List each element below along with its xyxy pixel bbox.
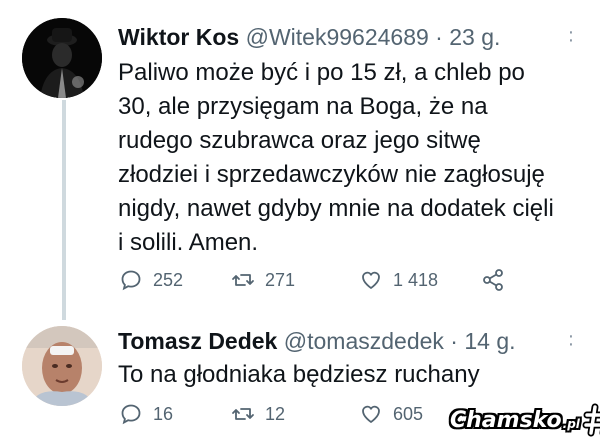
tweet-time[interactable]: 23 g. <box>449 24 500 50</box>
hash-logo-icon <box>582 403 600 437</box>
author-handle[interactable]: @tomaszdedek <box>284 328 444 354</box>
like-icon <box>362 405 380 423</box>
avatar-wiktor-kos[interactable] <box>22 18 102 98</box>
avatar-image-icon <box>22 18 102 98</box>
watermark-suffix: .pl <box>562 417 580 431</box>
watermark-logo: Chamsko .pl <box>450 402 600 438</box>
reply-icon <box>121 404 141 425</box>
tweet-time[interactable]: 14 g. <box>464 328 515 354</box>
retweet-button[interactable]: 271 <box>231 268 295 292</box>
share-icon <box>483 269 503 291</box>
reply-count: 252 <box>153 269 184 290</box>
header-separator: · <box>450 328 458 354</box>
retweet-button[interactable]: 12 <box>231 402 285 426</box>
header-separator: · <box>435 24 443 50</box>
retweet-icon <box>232 274 254 286</box>
author-name[interactable]: Tomasz Dedek <box>118 328 277 354</box>
like-icon <box>362 271 380 289</box>
reply-button[interactable]: 252 <box>119 268 183 292</box>
retweet-icon <box>232 408 254 420</box>
tweet-text: Paliwo może być i po 15 zł, a chleb po 3… <box>118 59 554 256</box>
author-name[interactable]: Wiktor Kos <box>118 24 239 50</box>
reply-button[interactable]: 16 <box>119 402 173 426</box>
retweet-count: 271 <box>265 269 296 290</box>
avatar-tomasz-dedek[interactable] <box>22 326 102 406</box>
like-button[interactable]: 1 418 <box>359 268 438 292</box>
share-button[interactable] <box>481 268 515 292</box>
avatar-image-icon <box>22 326 102 406</box>
reply-icon <box>121 270 141 291</box>
reply-count: 16 <box>153 403 174 424</box>
author-handle[interactable]: @Witek99624689 <box>246 24 429 50</box>
tweet-header: Tomasz Dedek @tomaszdedek · 14 g. <box>118 328 516 355</box>
watermark-text: Chamsko <box>450 407 562 433</box>
more-options-icon[interactable]: · · <box>566 22 576 50</box>
thread-line <box>62 100 66 320</box>
like-count: 1 418 <box>393 269 439 290</box>
like-button[interactable]: 605 <box>359 402 423 426</box>
retweet-count: 12 <box>265 403 286 424</box>
like-count: 605 <box>393 403 424 424</box>
more-options-icon[interactable]: · · <box>566 326 576 354</box>
tweet-header: Wiktor Kos @Witek99624689 · 23 g. <box>118 24 500 51</box>
tweet-actions: 252 271 1 418 <box>119 268 559 298</box>
tweet-text: To na głodniaka będziesz ruchany <box>118 361 480 388</box>
